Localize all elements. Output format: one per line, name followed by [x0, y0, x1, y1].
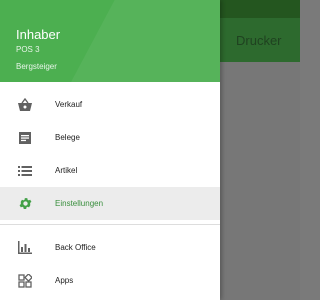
app-title: Drucker	[236, 33, 282, 48]
apps-icon	[16, 272, 34, 290]
owner-name: Inhaber	[16, 27, 61, 42]
drawer-header: Inhaber POS 3 Bergsteiger	[0, 0, 220, 82]
menu-item-belege[interactable]: Belege	[0, 121, 220, 154]
menu-item-artikel[interactable]: Artikel	[0, 154, 220, 187]
menu-item-label: Apps	[55, 276, 74, 285]
basket-icon	[16, 96, 34, 114]
receipt-icon	[16, 129, 34, 147]
bar-chart-icon	[16, 239, 34, 257]
menu-item-apps[interactable]: Apps	[0, 264, 220, 297]
pos-name: POS 3	[16, 45, 40, 54]
header-decoration	[60, 0, 220, 82]
menu-item-label: Artikel	[55, 166, 78, 175]
menu-item-verkauf[interactable]: Verkauf	[0, 88, 220, 121]
gear-icon	[16, 195, 34, 213]
menu-item-label: Verkauf	[55, 100, 83, 109]
menu-item-label: Belege	[55, 133, 80, 142]
menu-item-label: Back Office	[55, 243, 96, 252]
store-name: Bergsteiger	[16, 62, 57, 71]
menu-item-label: Einstellungen	[55, 199, 104, 208]
navigation-drawer: Inhaber POS 3 Bergsteiger Verkauf Belege…	[0, 0, 220, 300]
drawer-menu: Verkauf Belege Artikel Einstellungen Bac…	[0, 88, 220, 297]
menu-divider	[0, 224, 220, 225]
menu-item-einstellungen[interactable]: Einstellungen	[0, 187, 220, 220]
menu-item-back-office[interactable]: Back Office	[0, 231, 220, 264]
list-icon	[16, 162, 34, 180]
